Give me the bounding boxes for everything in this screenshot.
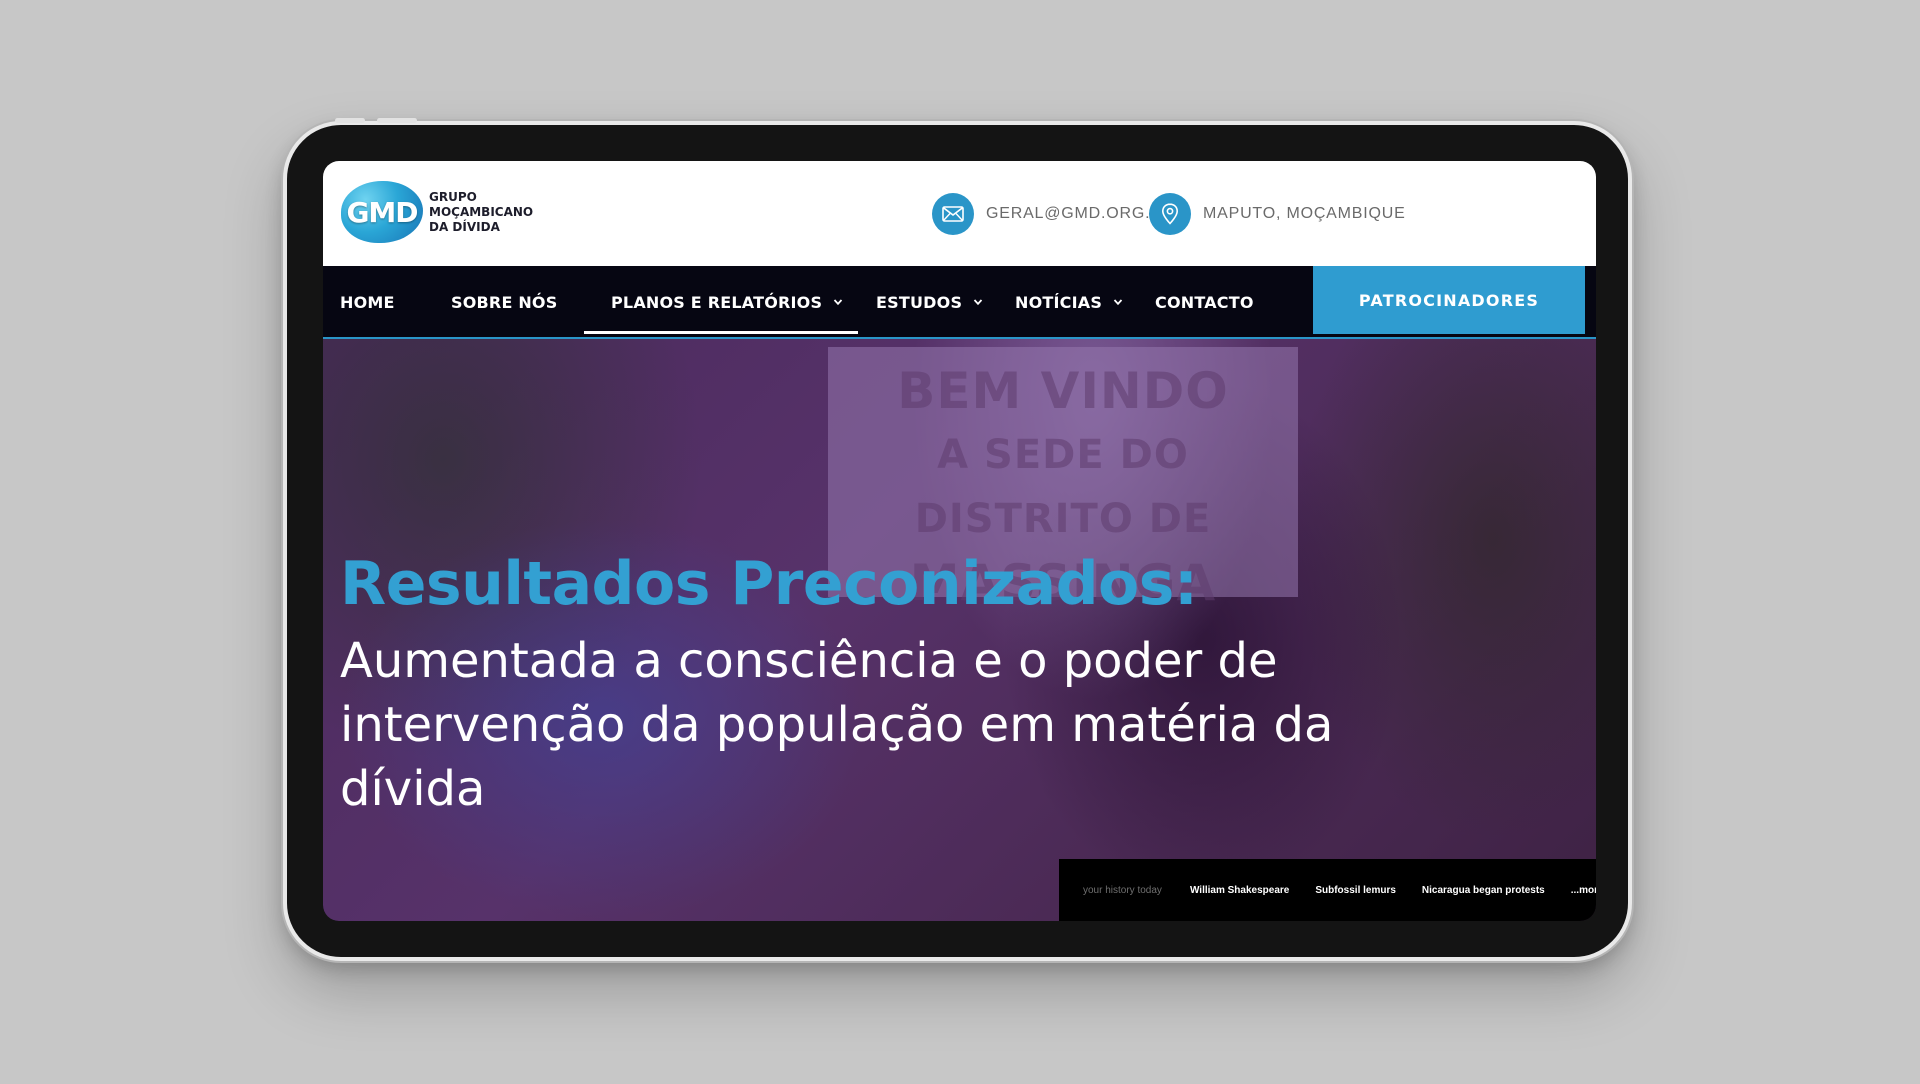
site-header: GMD GRUPO MOÇAMBICANO DA DÍVIDA GERAL@GM… (323, 161, 1596, 266)
nav-item-planos-relatorios[interactable]: PLANOS E RELATÓRIOS (583, 266, 859, 338)
contact-email[interactable]: GERAL@GMD.ORG.MZ (932, 193, 1175, 235)
ticker-lead: your history today (1083, 884, 1162, 896)
tablet-side-button (335, 118, 365, 123)
hero-banner: BEM VINDO A SEDE DO DISTRITO DE MASSINGA… (323, 339, 1596, 921)
sign-line: A SEDE DO DISTRITO DE (914, 432, 1212, 542)
contact-location[interactable]: MAPUTO, MOÇAMBIQUE (1149, 193, 1406, 235)
nav-label: CONTACTO (1155, 292, 1254, 312)
history-ticker: your history today William Shakespeare S… (1059, 859, 1596, 921)
hero-subtitle: Aumentada a consciência e o poder de int… (340, 633, 1334, 817)
logo-mark: GMD (341, 181, 423, 243)
mail-icon (932, 193, 974, 235)
logo-line: DA DÍVIDA (429, 219, 500, 234)
tablet-screen: GMD GRUPO MOÇAMBICANO DA DÍVIDA GERAL@GM… (323, 161, 1596, 921)
logo-line: GRUPO (429, 189, 477, 204)
patrocinadores-button[interactable]: PATROCINADORES (1313, 266, 1585, 334)
nav-label: PLANOS E RELATÓRIOS (611, 292, 823, 312)
site-logo[interactable]: GMD GRUPO MOÇAMBICANO DA DÍVIDA (341, 181, 533, 243)
nav-item-contacto[interactable]: CONTACTO (1155, 266, 1254, 338)
chevron-down-icon (974, 299, 983, 306)
ticker-item[interactable]: Subfossil lemurs (1315, 885, 1396, 896)
location-pin-icon (1149, 193, 1191, 235)
contact-location-text: MAPUTO, MOÇAMBIQUE (1203, 205, 1406, 222)
hero-title: Resultados Preconizados: (340, 549, 1198, 619)
nav-item-home[interactable]: HOME (340, 266, 395, 338)
nav-item-sobre-nos[interactable]: SOBRE NÓS (451, 266, 557, 338)
nav-label: HOME (340, 292, 395, 312)
sign-line: BEM VINDO (897, 362, 1229, 420)
ticker-more-link[interactable]: ...more (1571, 885, 1596, 896)
main-navigation: HOME SOBRE NÓS PLANOS E RELATÓRIOS ESTUD… (323, 266, 1596, 338)
ticker-item[interactable]: William Shakespeare (1190, 885, 1289, 896)
nav-label: SOBRE NÓS (451, 292, 558, 312)
tablet-frame: GMD GRUPO MOÇAMBICANO DA DÍVIDA GERAL@GM… (283, 118, 1632, 961)
nav-label: NOTÍCIAS (1015, 292, 1103, 312)
logo-line: MOÇAMBICANO (429, 204, 534, 219)
nav-item-estudos[interactable]: ESTUDOS (876, 266, 984, 338)
chevron-down-icon (1113, 299, 1123, 306)
contact-email-text: GERAL@GMD.ORG.MZ (986, 205, 1176, 222)
chevron-down-icon (834, 299, 843, 306)
mockup-stage: GMD GRUPO MOÇAMBICANO DA DÍVIDA GERAL@GM… (0, 0, 1920, 1084)
nav-label: ESTUDOS (876, 292, 963, 312)
nav-item-noticias[interactable]: NOTÍCIAS (1015, 266, 1124, 338)
logo-wordmark: GRUPO MOÇAMBICANO DA DÍVIDA (429, 190, 533, 235)
ticker-item[interactable]: Nicaragua began protests (1422, 885, 1545, 896)
tablet-volume-button (377, 118, 417, 123)
